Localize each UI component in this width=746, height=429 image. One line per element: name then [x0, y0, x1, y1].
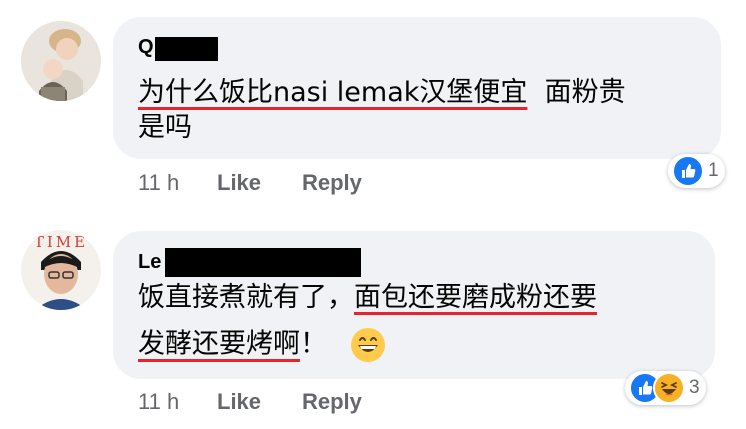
name-redaction — [165, 248, 361, 277]
comment-actions: 11 h Like Reply — [138, 170, 438, 196]
timestamp[interactable]: 11 h — [138, 389, 179, 415]
svg-text:TIME: TIME — [34, 233, 88, 251]
reaction-count: 3 — [689, 377, 700, 398]
timestamp[interactable]: 11 h — [138, 170, 179, 196]
name-redaction — [155, 37, 218, 61]
reply-button[interactable]: Reply — [302, 389, 362, 415]
avatar[interactable]: TIME — [21, 230, 101, 310]
reaction-summary[interactable]: 1 — [668, 154, 725, 188]
reaction-count: 1 — [708, 160, 719, 181]
haha-icon — [653, 372, 685, 404]
like-button[interactable]: Like — [217, 170, 261, 196]
underlined-text: 面包还要磨成粉还要 — [354, 282, 597, 313]
comment-text: 饭直接煮就有了， — [138, 282, 354, 313]
underlined-text: 为什么饭比nasi lemak汉堡便宜 — [138, 77, 528, 108]
comment-author-name[interactable]: Q — [138, 36, 154, 59]
comment-text-line: 发酵还要烤啊！ — [138, 327, 386, 363]
avatar[interactable] — [21, 21, 101, 101]
reaction-summary[interactable]: 3 — [625, 371, 706, 405]
comment-text: ！ — [300, 328, 327, 360]
comment-author-name[interactable]: Le — [138, 251, 161, 274]
reply-button[interactable]: Reply — [302, 170, 362, 196]
comment-text: 面粉贵 — [527, 77, 626, 108]
comment-actions: 11 h Like Reply — [138, 389, 438, 415]
comment-text-line: 为什么饭比nasi lemak汉堡便宜 面粉贵 — [138, 76, 626, 110]
comment-text: 是吗 — [138, 112, 192, 143]
comment-text-line: 是吗 — [138, 111, 192, 145]
like-button[interactable]: Like — [217, 389, 261, 415]
underlined-text: 发酵还要烤啊 — [138, 328, 300, 360]
like-icon — [672, 155, 704, 187]
grinning-emoji-icon — [350, 327, 386, 363]
comment-text-line: 饭直接煮就有了，面包还要磨成粉还要 — [138, 281, 597, 315]
